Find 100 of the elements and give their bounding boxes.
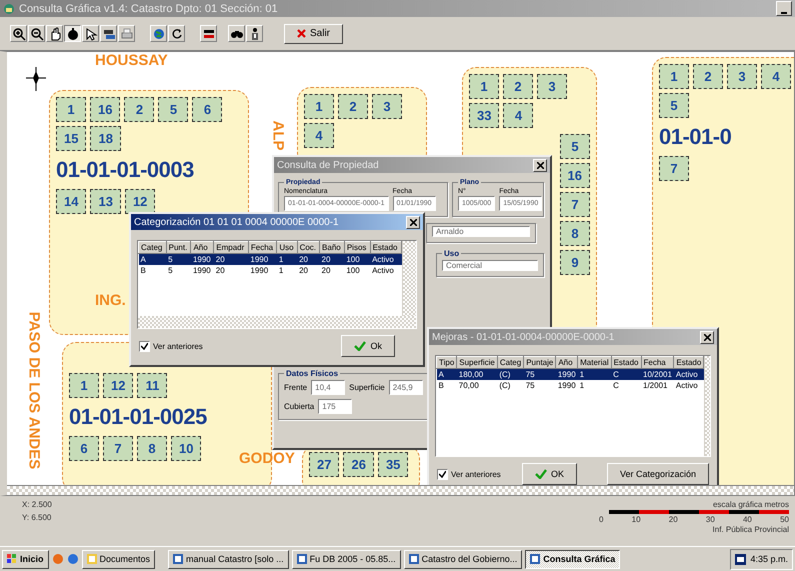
parcel: 12 — [124, 189, 156, 214]
column-header[interactable]: Coc. — [297, 242, 320, 254]
table-cell: 20 — [320, 265, 344, 276]
street-name: ALP — [270, 120, 286, 150]
column-header[interactable]: Año — [190, 242, 214, 254]
checkbox-label: Ver anteriores — [153, 342, 203, 350]
column-header[interactable]: Superficie — [456, 356, 498, 368]
column-header[interactable]: Categ — [138, 242, 166, 254]
column-header[interactable]: Puntaje — [524, 356, 556, 368]
table-cell: 100 — [344, 254, 370, 265]
parcel: 11 — [137, 373, 168, 398]
parcel: 2 — [503, 74, 533, 99]
scale-label: 20 — [668, 515, 678, 524]
table-cell-text: 1990 — [556, 380, 577, 391]
network-icon[interactable] — [735, 554, 746, 564]
column-header[interactable]: Punt. — [166, 242, 191, 254]
street-name: ING. — [95, 292, 126, 309]
street-name: GODOY — [239, 450, 295, 467]
taskbar-button[interactable]: Fu DB 2005 - 05.85... — [292, 550, 401, 568]
field-label: Cubierta — [284, 402, 314, 411]
parcel: 13 — [90, 189, 121, 214]
scale-title: escala gráfica metros — [712, 500, 789, 509]
dialog-title: Mejoras - 01-01-01-0004-00000E-0000-1 — [432, 332, 616, 342]
column-header[interactable]: Categ — [497, 356, 524, 368]
taskbar-button[interactable]: manual Catastro [solo ... — [168, 550, 289, 568]
column-header[interactable]: Baño — [320, 242, 344, 254]
vertical-scrollbar[interactable] — [704, 356, 710, 456]
column-header[interactable]: Material — [578, 356, 612, 368]
column-header[interactable]: Uso — [276, 242, 298, 254]
close-button[interactable] — [406, 216, 420, 228]
table-cell: (C) — [497, 368, 524, 380]
column-header[interactable]: Pisos — [344, 242, 370, 254]
parcel: 26 — [343, 452, 374, 477]
browser-icon[interactable] — [66, 553, 79, 565]
table-cell: Activo — [370, 265, 402, 276]
table-cell: 5 — [166, 254, 191, 265]
parcel: 16 — [90, 97, 120, 122]
vertical-scrollbar[interactable] — [402, 241, 416, 316]
column-header[interactable]: Año — [556, 356, 578, 368]
parcel: 3 — [537, 74, 567, 99]
parcel: 14 — [56, 189, 86, 214]
checkbox[interactable] — [139, 340, 150, 352]
close-icon[interactable] — [704, 334, 710, 340]
input-field[interactable]: Comercial — [442, 260, 538, 271]
checkbox[interactable] — [437, 468, 448, 480]
input-field[interactable]: 245,9 — [388, 380, 423, 395]
input-field[interactable]: Arnaldo — [432, 226, 530, 237]
table-cell: 10/2001 — [641, 368, 674, 380]
table-row[interactable]: B 70,00 (C) 75 1990 1 C 1/2001 Activo — [436, 380, 704, 391]
street-name: PASO DE LOS ANDES — [25, 312, 42, 470]
parcel: 2 — [124, 97, 154, 122]
window-icon — [408, 554, 419, 564]
column-header[interactable]: Fecha — [641, 356, 674, 368]
close-icon[interactable] — [536, 162, 544, 168]
parcel: 4 — [304, 123, 334, 148]
table-row[interactable]: B 5 1990 20 1990 1 20 20 100 Activo — [138, 265, 402, 276]
block-code: 01-01-01-0003 — [56, 157, 194, 183]
window-icon — [86, 554, 97, 564]
taskbar-button[interactable]: Catastro del Gobierno... — [404, 550, 522, 568]
y-coordinate: Y: 6.500 — [22, 513, 52, 522]
taskbar-button[interactable]: Consulta Gráfica — [525, 550, 620, 568]
input-field[interactable]: 10,4 — [311, 380, 346, 395]
horizontal-scrollbar[interactable] — [138, 316, 416, 328]
table-row[interactable]: A 5 1990 20 1990 1 20 20 100 Activo — [138, 254, 402, 265]
minimize-icon[interactable] — [781, 12, 787, 15]
start-button[interactable]: Inicio — [2, 550, 49, 568]
parcel: 7 — [560, 192, 590, 217]
ok-button[interactable]: Ok — [341, 335, 395, 357]
exit-button[interactable]: Salir — [284, 24, 344, 44]
group-title: Datos Físicos — [285, 369, 340, 378]
table-cell: A — [138, 254, 166, 265]
parcel: 6 — [69, 436, 99, 461]
input-field[interactable]: 175 — [318, 399, 352, 414]
table-cell: C — [611, 380, 641, 391]
close-icon[interactable] — [410, 218, 416, 226]
minimize-button[interactable] — [776, 1, 792, 16]
parcel: 1 — [659, 64, 689, 89]
column-header[interactable]: Empadr — [214, 242, 248, 254]
close-button[interactable] — [533, 158, 547, 172]
table-row[interactable]: A 180,00 (C) 75 1990 1 C 10/2001 Activo — [436, 368, 704, 380]
parcel: 1 — [56, 97, 86, 122]
column-header[interactable]: Fecha — [248, 242, 277, 254]
app-icon — [3, 2, 15, 14]
column-header[interactable]: Tipo — [436, 356, 457, 368]
table-cell: 100 — [344, 265, 370, 276]
taskbar-button[interactable]: Documentos — [82, 550, 156, 568]
parcel: 12 — [103, 373, 134, 398]
table-cell: 5 — [166, 265, 191, 276]
table-cell: 1990 — [248, 265, 277, 276]
scrollbar[interactable] — [7, 485, 794, 495]
parcel: 10 — [171, 436, 202, 461]
action-button[interactable]: Ver Categorización — [606, 463, 709, 485]
window-title: Consulta Gráfica v1.4: Catastro Dpto: 01 Sección: 01 — [19, 2, 279, 14]
column-header[interactable]: Estado — [611, 356, 641, 368]
field-label: Superficie — [349, 383, 385, 392]
column-header[interactable]: Estado — [370, 242, 402, 254]
ok-button[interactable]: OK — [522, 463, 577, 485]
close-button[interactable] — [700, 330, 714, 344]
column-header[interactable]: Estado — [674, 356, 704, 368]
table-cell: 20 — [214, 265, 248, 276]
